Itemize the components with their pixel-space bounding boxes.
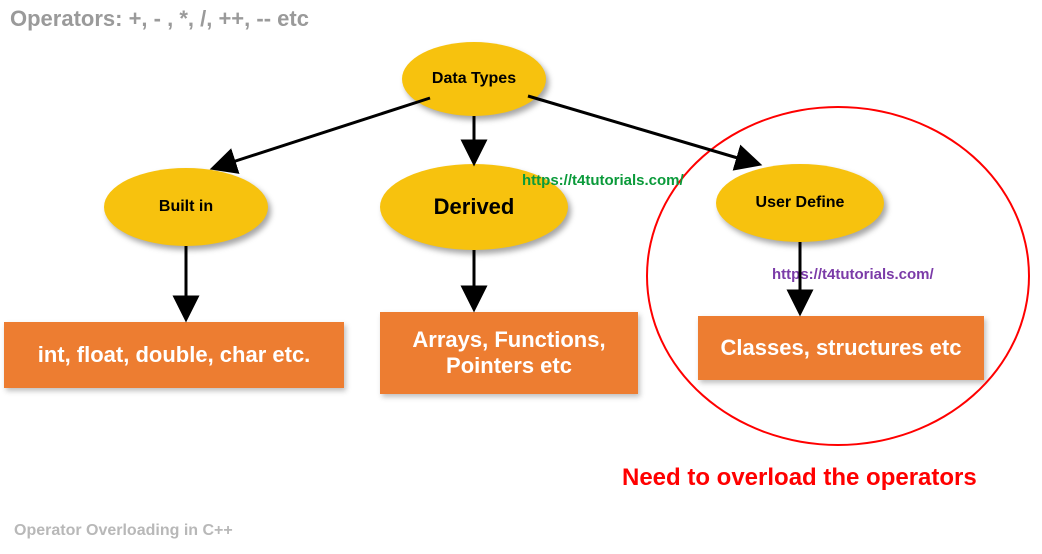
box-derived-examples: Arrays, Functions, Pointers etc xyxy=(380,312,638,394)
node-data-types: Data Types xyxy=(402,42,546,116)
box-built-in-examples: int, float, double, char etc. xyxy=(4,322,344,388)
box-user-define-examples: Classes, structures etc xyxy=(698,316,984,380)
operators-heading: Operators: +, - , *, /, ++, -- etc xyxy=(10,6,309,32)
node-built-in: Built in xyxy=(104,168,268,246)
watermark-link-purple: https://t4tutorials.com/ xyxy=(772,266,934,283)
footer-caption: Operator Overloading in C++ xyxy=(14,522,233,540)
node-user-define: User Define xyxy=(716,164,884,242)
watermark-link-green: https://t4tutorials.com/ xyxy=(522,172,684,189)
callout-text: Need to overload the operators xyxy=(622,464,977,492)
